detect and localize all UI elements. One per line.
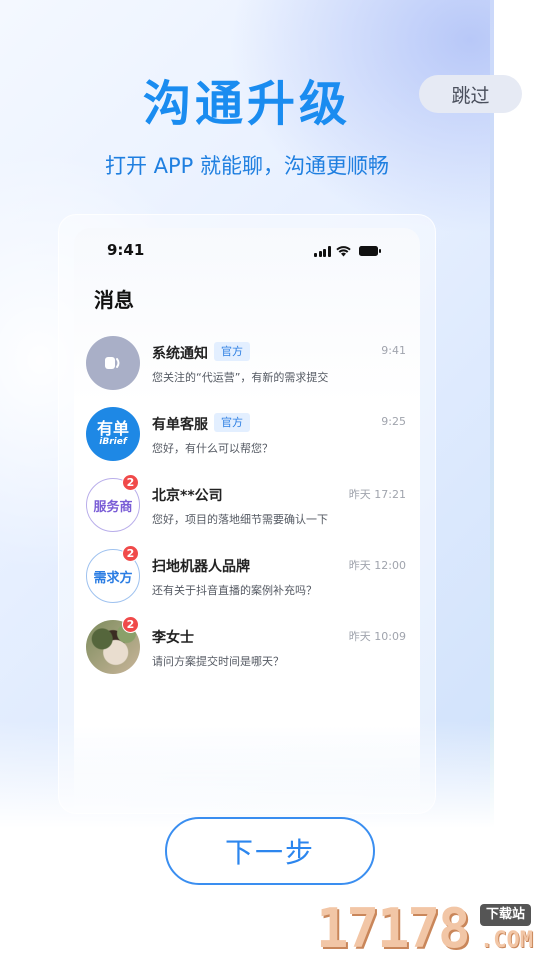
- brand-logo-text: 有单: [96, 419, 129, 438]
- unread-badge: 2: [122, 616, 139, 633]
- message-time: 9:41: [381, 344, 406, 357]
- watermark-tag: 下载站: [480, 904, 532, 926]
- list-item[interactable]: 有单 iBrief 有单客服 官方 9:25 您好，有什么可以帮您？: [86, 407, 410, 463]
- skip-button[interactable]: 跳过: [419, 75, 522, 113]
- brand-logo-avatar: 有单 iBrief: [86, 407, 140, 461]
- list-item[interactable]: 服务商 2 北京**公司 昨天 17:21 您好，项目的落地细节需要确认一下: [86, 474, 410, 534]
- official-tag: 官方: [214, 342, 250, 361]
- list-item[interactable]: 需求方 2 扫地机器人品牌 昨天 12:00 还有关于抖音直播的案例补充吗？: [86, 545, 410, 605]
- speaker-icon: [105, 357, 120, 369]
- list-item[interactable]: 2 李女士 昨天 10:09 请问方案提交时间是哪天？: [86, 616, 410, 676]
- next-step-button[interactable]: 下一步: [165, 817, 375, 885]
- message-preview: 请问方案提交时间是哪天？: [152, 655, 284, 668]
- watermark-logo: 17178 下载站 .COM: [316, 898, 540, 960]
- brand-logo-subtext: iBrief: [99, 437, 127, 447]
- watermark-number: 17178: [316, 897, 471, 960]
- message-preview: 您好，项目的落地细节需要确认一下: [152, 513, 328, 526]
- message-name: 系统通知: [152, 346, 208, 362]
- unread-badge: 2: [122, 545, 139, 562]
- message-name: 有单客服: [152, 417, 208, 433]
- status-time: 9:41: [107, 241, 145, 259]
- battery-icon: [358, 246, 381, 256]
- message-name: 李女士: [152, 630, 194, 646]
- message-preview: 您好，有什么可以帮您？: [152, 442, 273, 455]
- message-time: 昨天 10:09: [348, 630, 406, 643]
- message-time: 昨天 17:21: [348, 488, 406, 501]
- page-subtitle: 打开 APP 就能聊，沟通更顺畅: [104, 154, 390, 178]
- message-name: 扫地机器人品牌: [152, 559, 250, 575]
- watermark-suffix: .COM: [480, 928, 533, 953]
- status-icons: [314, 244, 381, 258]
- message-preview: 您关注的“代运营”，有新的需求提交: [152, 371, 329, 384]
- wifi-icon: [335, 246, 351, 257]
- list-item[interactable]: 系统通知 官方 9:41 您关注的“代运营”，有新的需求提交: [86, 336, 410, 392]
- official-tag: 官方: [214, 413, 250, 432]
- message-preview: 还有关于抖音直播的案例补充吗？: [152, 584, 317, 597]
- message-name: 北京**公司: [152, 488, 223, 504]
- messages-heading: 消息: [94, 288, 134, 312]
- message-time: 昨天 12:00: [348, 559, 406, 572]
- signal-icon: [314, 245, 331, 257]
- avatar: [86, 336, 140, 390]
- message-time: 9:25: [381, 415, 406, 428]
- unread-badge: 2: [122, 474, 139, 491]
